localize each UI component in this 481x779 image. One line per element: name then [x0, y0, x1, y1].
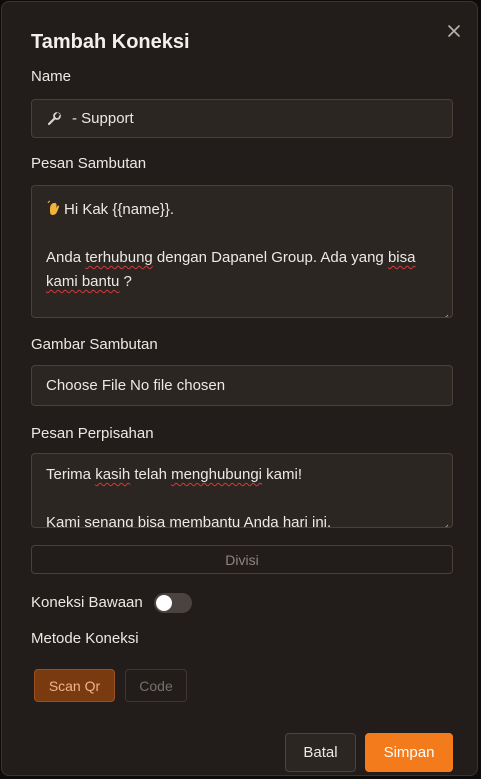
farewell-message-label: Pesan Perpisahan	[31, 425, 154, 442]
wrench-icon	[46, 111, 62, 127]
welcome-text-misspelled: terhubung	[85, 249, 153, 266]
welcome-image-label: Gambar Sambutan	[31, 336, 158, 353]
farewell-line-3: Kami senang bisa membantu Anda hari ini.	[46, 514, 332, 528]
farewell-text-misspelled: kasih	[95, 466, 131, 483]
welcome-message-label: Pesan Sambutan	[31, 155, 147, 172]
name-label: Name	[31, 68, 72, 85]
connection-method-label: Metode Koneksi	[31, 630, 139, 647]
farewell-text: kami!	[262, 466, 303, 483]
close-icon[interactable]	[445, 22, 463, 40]
farewell-line-2	[46, 487, 438, 511]
resize-grip-icon[interactable]	[441, 516, 449, 527]
welcome-line-4: kami bantu ?	[46, 270, 438, 294]
name-input[interactable]: - Support	[31, 99, 453, 138]
division-button[interactable]: Divisi	[31, 545, 453, 574]
farewell-text: Terima	[46, 466, 96, 483]
welcome-text-misspelled: kami bantu	[46, 273, 120, 290]
default-connection-label: Koneksi Bawaan	[31, 594, 143, 611]
farewell-text-misspelled: menghubungi	[171, 466, 263, 483]
save-button[interactable]: Simpan	[365, 733, 453, 772]
welcome-image-file-input[interactable]: Choose File No file chosen	[31, 365, 453, 406]
welcome-text: Anda	[46, 249, 86, 266]
cancel-button[interactable]: Batal	[285, 733, 356, 772]
welcome-text: dengan Dapanel Group. Ada yang	[152, 249, 388, 266]
scan-qr-button[interactable]: Scan Qr	[34, 669, 115, 702]
dialog-title: Tambah Koneksi	[31, 31, 190, 53]
welcome-line-3: Anda terhubung dengan Dapanel Group. Ada…	[46, 246, 438, 270]
add-connection-dialog: Tambah Koneksi Name - Support Pesan Samb…	[1, 1, 478, 776]
welcome-message-textarea[interactable]: Hi Kak {{name}}. Anda terhubung dengan D…	[31, 185, 453, 318]
code-button[interactable]: Code	[125, 669, 187, 702]
welcome-line-1: Hi Kak {{name}}.	[46, 198, 438, 222]
toggle-knob	[156, 595, 172, 611]
waving-hand-icon	[46, 198, 62, 222]
welcome-text-misspelled: bisa	[387, 249, 416, 266]
choose-file-button[interactable]: Choose File	[46, 377, 126, 394]
resize-grip-icon[interactable]	[441, 306, 449, 317]
welcome-text: ?	[119, 273, 132, 290]
welcome-line-2	[46, 222, 438, 246]
farewell-message-textarea[interactable]: Terima kasih telah menghubungi kami! Kam…	[31, 453, 453, 528]
farewell-line-1: Terima kasih telah menghubungi kami!	[46, 463, 438, 487]
name-value: - Support	[72, 110, 134, 127]
file-status: No file chosen	[130, 377, 226, 394]
default-connection-toggle[interactable]	[154, 593, 192, 613]
farewell-text: telah	[130, 466, 172, 483]
